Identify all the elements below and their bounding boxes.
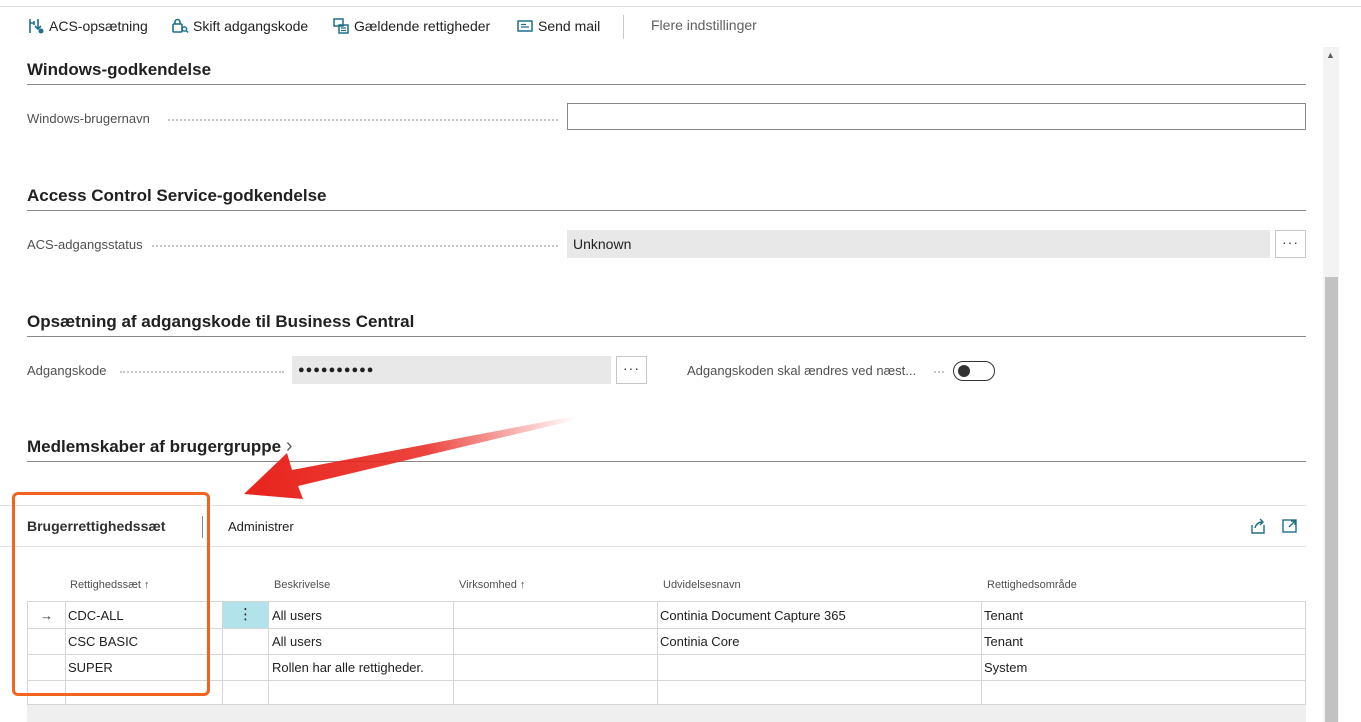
annotation-arrow-icon [244, 416, 575, 499]
